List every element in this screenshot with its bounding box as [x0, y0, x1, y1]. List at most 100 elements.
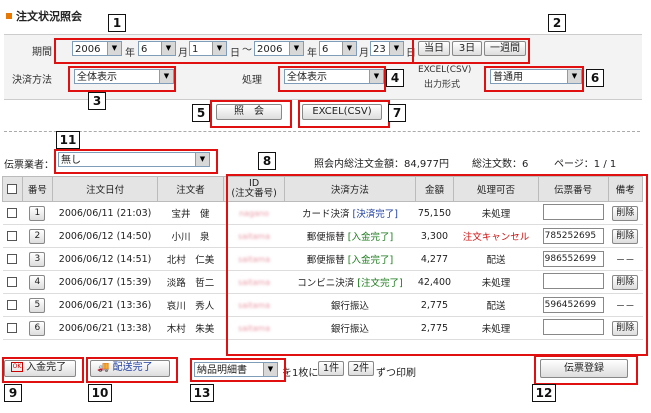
order-number-button[interactable]: 5	[29, 297, 46, 313]
row-select-cell[interactable]	[2, 224, 23, 248]
slip-number-input[interactable]	[542, 272, 604, 289]
truck-icon: 🚚	[97, 362, 110, 373]
excel-format-label: EXCEL(CSV)	[418, 65, 472, 75]
page-indicator: ページ：1 / 1	[554, 159, 617, 170]
payment-method-value: カード決済	[301, 209, 350, 220]
callout-2: 2	[548, 14, 566, 32]
register-slip-button[interactable]: 伝票登録	[540, 359, 628, 378]
col-header: 金額	[414, 176, 455, 202]
slip-number-cell: 596452699	[538, 293, 609, 317]
from-day-select[interactable]: 1 ▼	[189, 41, 227, 56]
callout-11: 11	[56, 131, 80, 149]
row-select-cell[interactable]	[2, 293, 23, 317]
chevron-down-icon: ▼	[212, 42, 226, 55]
process-status-value: 未処理	[481, 209, 511, 220]
customer-name: 淡路 哲二	[157, 270, 224, 294]
note-cell: －－	[608, 247, 643, 271]
customer-name: 小川 泉	[157, 224, 224, 248]
unit-day: 日	[230, 48, 240, 59]
two-per-sheet-button[interactable]: 2件	[348, 361, 374, 376]
process-status: 配送	[453, 293, 539, 317]
from-month-select[interactable]: 6 ▼	[138, 41, 176, 56]
callout-13: 13	[190, 384, 214, 402]
today-button[interactable]: 当日	[418, 41, 450, 56]
process-status: 未処理	[453, 270, 539, 294]
order-number-button[interactable]: 6	[29, 320, 46, 336]
col-header: 備考	[607, 176, 644, 202]
order-id: saitama	[223, 316, 285, 340]
search-button[interactable]: 照 会	[216, 104, 282, 120]
order-id: saitama	[223, 224, 285, 248]
table-row: 4 2006/06/17 (15:39) 淡路 哲二 saitama コンビニ決済 [注…	[2, 270, 643, 294]
filter-panel: 期間 2006 ▼ 年 6 ▼ 月 1 ▼ 日 ～ 2006 ▼ 年 6 ▼ 月 23 ▼ …	[4, 34, 642, 100]
payment-select[interactable]: 全体表示 ▼	[74, 69, 174, 84]
to-month-select[interactable]: 6 ▼	[319, 41, 357, 56]
excel-format-select[interactable]: 普通用 ▼	[490, 69, 582, 84]
excel-format-label-2: 出力形式	[424, 80, 461, 90]
row-checkbox[interactable]	[7, 300, 18, 310]
note-cell: 削除	[608, 201, 643, 225]
one-week-button[interactable]: 一週間	[484, 41, 526, 56]
carrier-select[interactable]: 無し ▼	[58, 152, 210, 167]
slip-number-input[interactable]: 596452699	[542, 297, 604, 313]
delete-button[interactable]: 削除	[612, 228, 639, 244]
row-select-cell[interactable]	[2, 247, 23, 271]
to-year-select[interactable]: 2006 ▼	[254, 41, 304, 56]
to-day-select[interactable]: 23 ▼	[370, 41, 404, 56]
order-id: saitama	[223, 247, 285, 271]
amount: 75,150	[415, 201, 454, 225]
row-checkbox[interactable]	[7, 231, 18, 241]
delete-button[interactable]: 削除	[612, 320, 639, 336]
select-all-checkbox[interactable]	[7, 184, 18, 194]
select-all-cell[interactable]	[2, 176, 23, 202]
row-checkbox[interactable]	[7, 208, 18, 218]
row-checkbox[interactable]	[7, 277, 18, 287]
delete-button[interactable]: 削除	[612, 274, 639, 290]
paid-button[interactable]: OK 入金完了	[4, 360, 76, 377]
document-select[interactable]: 納品明細書 ▼	[194, 362, 278, 377]
row-select-cell[interactable]	[2, 316, 23, 340]
delete-button[interactable]: 削除	[612, 205, 639, 221]
unit-year: 年	[125, 48, 135, 59]
payment-method-value: 郵便振替	[306, 255, 345, 266]
row-checkbox[interactable]	[7, 254, 18, 264]
payment-method-value: コンビニ決済	[297, 278, 355, 289]
excel-button[interactable]: EXCEL(CSV)	[302, 104, 382, 120]
col-header: 決済方法	[284, 176, 416, 202]
order-number-button[interactable]: 1	[29, 205, 46, 221]
amount: 42,400	[415, 270, 454, 294]
order-number-button[interactable]: 3	[29, 251, 46, 267]
chevron-down-icon: ▼	[342, 42, 356, 55]
order-id-value: nagano	[239, 208, 270, 218]
process-select[interactable]: 全体表示 ▼	[284, 69, 384, 84]
payment-status: [注文完了]	[357, 278, 403, 289]
col-header: ID (注文番号)	[222, 176, 286, 202]
slip-number-input[interactable]	[542, 318, 604, 335]
customer-name: 北村 仁美	[157, 247, 224, 271]
slip-number-cell	[538, 316, 609, 340]
slip-number-input[interactable]: 785252695	[542, 228, 604, 244]
from-year-select[interactable]: 2006 ▼	[72, 41, 122, 56]
shipped-button[interactable]: 🚚 配送完了	[90, 360, 170, 377]
three-days-button[interactable]: 3日	[452, 41, 482, 56]
one-per-sheet-button[interactable]: 1件	[318, 361, 344, 376]
slip-number-input[interactable]: 986552699	[542, 251, 604, 267]
amount: 4,277	[415, 247, 454, 271]
amount: 2,775	[415, 293, 454, 317]
period-label: 期間	[32, 47, 52, 58]
chevron-down-icon: ▼	[107, 42, 121, 55]
order-number-button[interactable]: 2	[29, 228, 46, 244]
row-select-cell[interactable]	[2, 201, 23, 225]
order-number-button[interactable]: 4	[29, 274, 46, 290]
row-select-cell[interactable]	[2, 270, 23, 294]
order-id: nagano	[223, 201, 285, 225]
row-checkbox[interactable]	[7, 323, 18, 333]
customer-name: 哀川 秀人	[157, 293, 224, 317]
chevron-down-icon: ▼	[389, 42, 403, 55]
slip-number-cell: 986552699	[538, 247, 609, 271]
col-header: 注文日付	[51, 176, 159, 202]
table-row: 6 2006/06/21 (13:38) 木村 朱美 saitama 銀行振込 2,77…	[2, 316, 643, 340]
order-number-cell: 5	[22, 293, 53, 317]
slip-number-input[interactable]	[542, 203, 604, 220]
process-status: 配送	[453, 247, 539, 271]
